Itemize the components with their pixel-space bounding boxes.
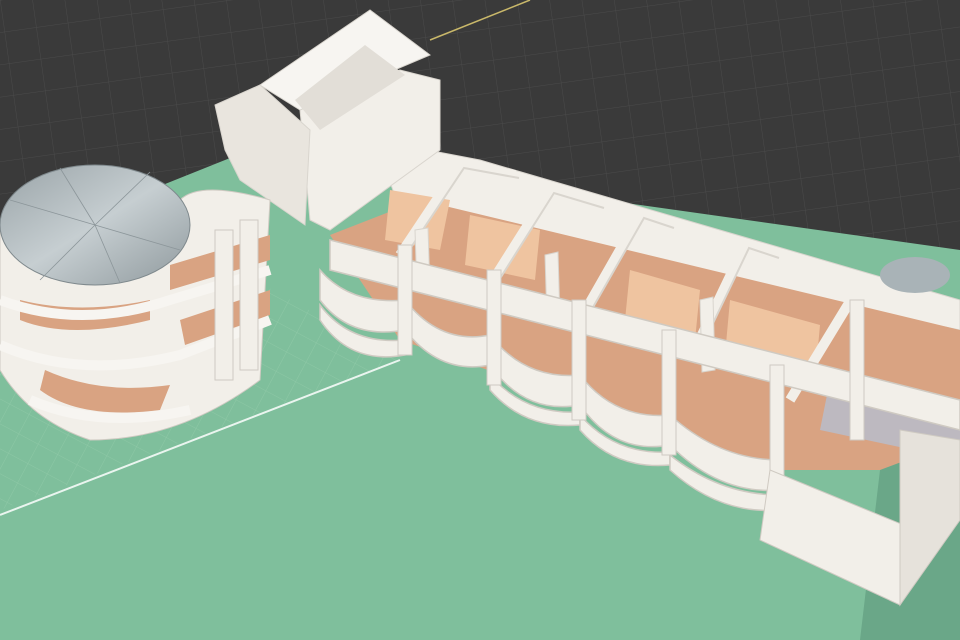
3d-viewport[interactable] — [0, 0, 960, 640]
end-block-roof — [880, 257, 950, 293]
tower-column-1 — [214, 229, 234, 381]
tower-column-2 — [239, 219, 259, 371]
scene-render — [0, 0, 960, 640]
